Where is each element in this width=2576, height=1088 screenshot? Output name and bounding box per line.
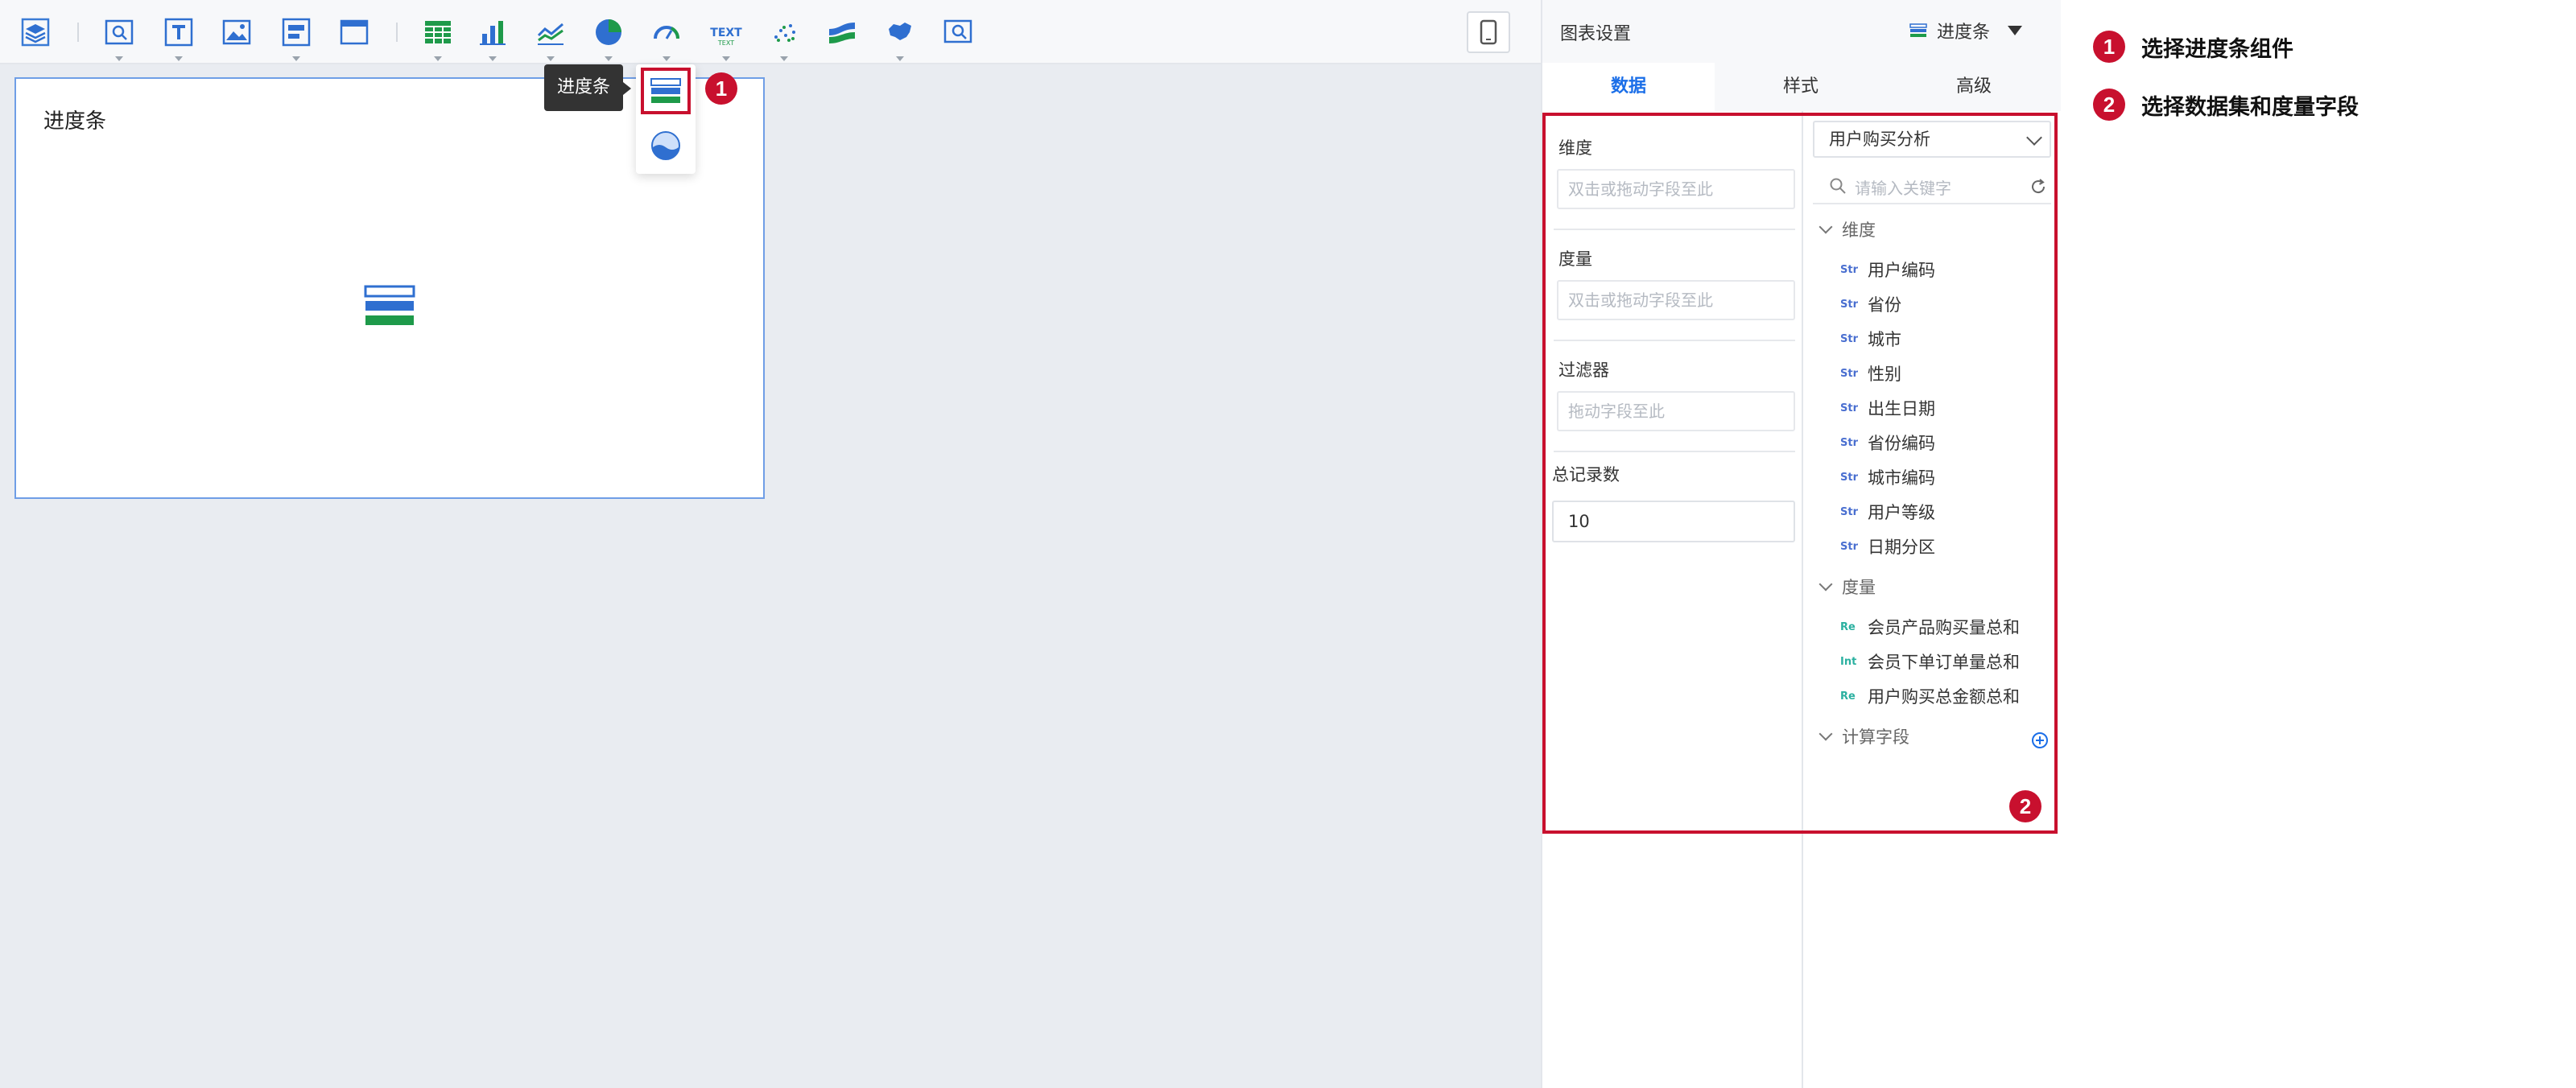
note-badge-2: 2 — [2093, 89, 2125, 121]
gauge-icon[interactable] — [647, 13, 686, 61]
line-chart-icon[interactable] — [531, 13, 570, 61]
tooltip: 进度条 — [544, 64, 632, 111]
sankey-icon[interactable] — [823, 13, 861, 52]
note-text-1: 选择进度条组件 — [2141, 36, 2293, 62]
editor-area: TEXT TEXT 进度条 进度条 1 — [0, 0, 1541, 1088]
layer-icon[interactable] — [16, 13, 55, 52]
caret-down-icon — [2008, 26, 2023, 35]
card-title: 进度条 — [43, 109, 107, 134]
liquid-fill-option[interactable] — [641, 122, 691, 169]
step-badge-1: 1 — [705, 72, 737, 105]
progress-bar-icon — [650, 78, 681, 103]
panel-header: 图表设置 进度条 — [1542, 0, 2061, 63]
chart-type-selector[interactable]: 进度条 — [1909, 18, 2023, 43]
liquid-fill-icon — [651, 131, 680, 160]
bar-chart-icon[interactable] — [473, 13, 512, 61]
highlight-frame — [1542, 113, 2058, 834]
step-note-2: 2 选择数据集和度量字段 — [2093, 89, 2359, 121]
table-icon[interactable] — [419, 13, 457, 61]
map-icon[interactable] — [881, 13, 919, 61]
web-frame-icon[interactable] — [335, 13, 374, 52]
text-box-icon[interactable] — [159, 13, 198, 61]
step-note-1: 1 选择进度条组件 — [2093, 31, 2293, 63]
mobile-icon — [1480, 19, 1497, 45]
tab-style[interactable]: 样式 — [1715, 63, 1887, 111]
mobile-preview-button[interactable] — [1467, 11, 1510, 53]
progress-bar-option[interactable] — [641, 68, 691, 114]
note-text-2: 选择数据集和度量字段 — [2141, 94, 2359, 120]
svg-text:TEXT: TEXT — [710, 27, 742, 39]
panel-title: 图表设置 — [1560, 24, 1632, 44]
settings-tabs: 数据 样式 高级 — [1542, 63, 2061, 111]
note-badge-1: 1 — [2093, 31, 2125, 63]
query-icon[interactable] — [100, 13, 138, 61]
component-toolbar: TEXT TEXT — [0, 0, 1541, 64]
custom-chart-icon[interactable] — [939, 13, 977, 52]
container-icon[interactable] — [277, 13, 316, 61]
image-icon[interactable] — [217, 13, 256, 52]
tab-advanced[interactable]: 高级 — [1887, 63, 2061, 111]
scatter-icon[interactable] — [765, 13, 803, 61]
progress-bar-placeholder-icon — [364, 285, 415, 332]
step-badge-2: 2 — [2009, 790, 2041, 822]
chart-type-label: 进度条 — [1937, 23, 1991, 43]
text-chart-icon[interactable]: TEXT TEXT — [707, 13, 745, 61]
svg-text:TEXT: TEXT — [717, 39, 734, 47]
tab-data[interactable]: 数据 — [1542, 63, 1715, 111]
pie-chart-icon[interactable] — [589, 13, 628, 61]
gauge-type-dropdown — [636, 64, 696, 174]
progress-bar-icon — [1909, 23, 1927, 37]
